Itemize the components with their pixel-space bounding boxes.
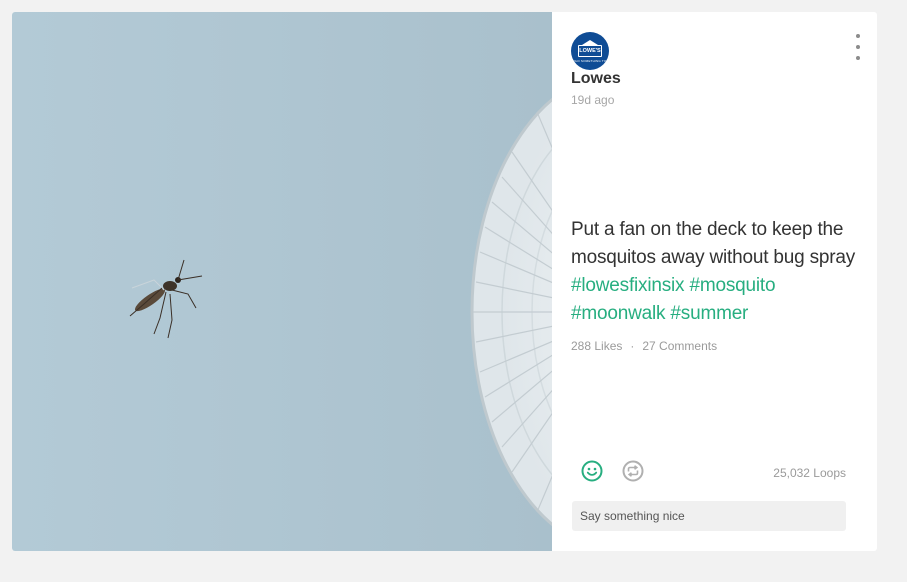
hashtag-link[interactable]: #mosquito [689, 275, 775, 296]
hashtag-link[interactable]: #moonwalk [571, 303, 666, 324]
lowes-logo-icon: LOWE'S [578, 40, 602, 57]
stats-separator: · [630, 339, 635, 353]
avatar-logo-subtext: LET'S BUILD SOMETHING TOGETHER [559, 59, 621, 63]
hashtag-link[interactable]: #summer [670, 303, 748, 324]
post-details-panel: LOWE'S LET'S BUILD SOMETHING TOGETHER Lo… [552, 12, 877, 551]
revine-icon [622, 460, 644, 482]
comment-input[interactable] [572, 501, 846, 531]
post-caption: Put a fan on the deck to keep the mosqui… [571, 216, 866, 328]
fan-shape [470, 97, 552, 527]
post-card: LOWE'S LET'S BUILD SOMETHING TOGETHER Lo… [12, 12, 877, 551]
more-options-button[interactable] [851, 34, 865, 60]
post-timestamp: 19d ago [571, 93, 615, 107]
loops-count: 25,032 Loops [773, 466, 846, 480]
revine-button[interactable] [621, 459, 645, 483]
comments-count[interactable]: 27 Comments [642, 339, 717, 353]
likes-count[interactable]: 288 Likes [571, 339, 622, 353]
video-player[interactable] [12, 12, 552, 551]
video-frame-image [129, 97, 552, 527]
mosquito-shape [129, 259, 203, 339]
author-name[interactable]: Lowes [571, 70, 621, 88]
smiley-icon [581, 460, 603, 482]
like-button[interactable] [580, 459, 604, 483]
vertical-dots-icon [856, 34, 860, 38]
hashtag-link[interactable]: #lowesfixinsix [571, 275, 685, 296]
caption-text: Put a fan on the deck to keep the mosqui… [571, 219, 856, 268]
post-stats: 288 Likes · 27 Comments [571, 339, 717, 353]
avatar[interactable]: LOWE'S LET'S BUILD SOMETHING TOGETHER [560, 32, 620, 70]
